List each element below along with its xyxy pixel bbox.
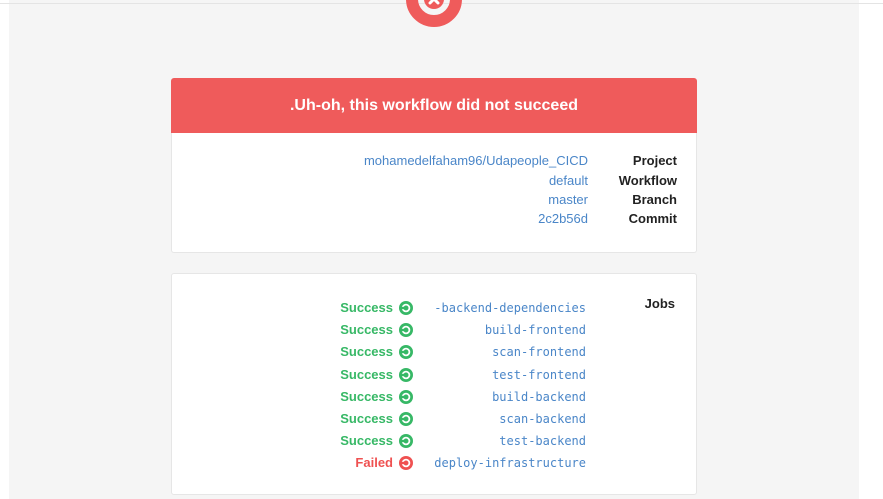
job-row: Success test-backend	[172, 433, 698, 453]
project-row: mohamedelfaham96/Udapeople_CICD Project	[172, 153, 698, 172]
job-row: Failed deploy-infrastructure	[172, 455, 698, 475]
job-status: Success	[340, 322, 393, 338]
job-success-icon	[399, 367, 413, 382]
job-name-link[interactable]: build-frontend	[485, 323, 586, 337]
job-row: Success scan-backend	[172, 411, 698, 431]
workflow-details-card: mohamedelfaham96/Udapeople_CICD Project …	[171, 133, 697, 253]
job-success-icon	[399, 389, 413, 404]
workflow-link[interactable]: default	[549, 173, 588, 188]
job-name-link[interactable]: -backend-dependencies	[434, 301, 586, 315]
job-name-link[interactable]: test-backend	[499, 434, 586, 448]
job-status: Success	[340, 411, 393, 426]
job-status: Success	[340, 366, 393, 382]
job-success-icon	[399, 412, 413, 426]
job-name-link[interactable]: scan-backend	[499, 412, 586, 426]
job-status: Success	[340, 300, 393, 315]
job-success-icon	[399, 301, 413, 315]
job-row: Success test-frontend	[172, 367, 698, 387]
job-status: Success	[340, 433, 393, 449]
job-name-link[interactable]: deploy-infrastructure	[434, 456, 586, 470]
job-name-link[interactable]: test-frontend	[492, 368, 586, 382]
project-label: Project	[632, 153, 677, 168]
banner-title: .Uh-oh, this workflow did not succeed	[289, 96, 578, 114]
branch-row: master Branch	[172, 192, 698, 211]
workflow-status-banner: .Uh-oh, this workflow did not succeed	[171, 78, 697, 133]
commit-label: Commit	[628, 211, 677, 226]
commit-row: 2c2b56d Commit	[172, 211, 698, 230]
job-row: Success build-backend	[172, 389, 698, 409]
jobs-card: Jobs Success -backend-dependencies Success…	[171, 273, 697, 495]
branch-label: Branch	[632, 192, 677, 207]
job-status: Failed	[355, 455, 393, 471]
workflow-row: default Workflow	[172, 173, 698, 192]
workflow-label: Workflow	[618, 173, 677, 188]
job-row: Success -backend-dependencies	[172, 300, 698, 320]
job-name-link[interactable]: scan-frontend	[492, 345, 586, 359]
job-row: Success build-frontend	[172, 322, 698, 342]
job-row: Success scan-frontend	[172, 344, 698, 364]
branch-link[interactable]: master	[548, 192, 588, 207]
job-success-icon	[399, 434, 413, 449]
job-status: Success	[340, 344, 393, 360]
job-success-icon	[399, 345, 413, 360]
commit-link[interactable]: 2c2b56d	[538, 211, 588, 226]
job-failed-icon	[399, 456, 413, 471]
job-status: Success	[340, 388, 393, 404]
job-name-link[interactable]: build-backend	[492, 390, 586, 404]
job-success-icon	[399, 323, 413, 338]
project-link[interactable]: mohamedelfaham96/Udapeople_CICD	[364, 153, 588, 168]
circleci-fail-icon	[406, 0, 462, 27]
